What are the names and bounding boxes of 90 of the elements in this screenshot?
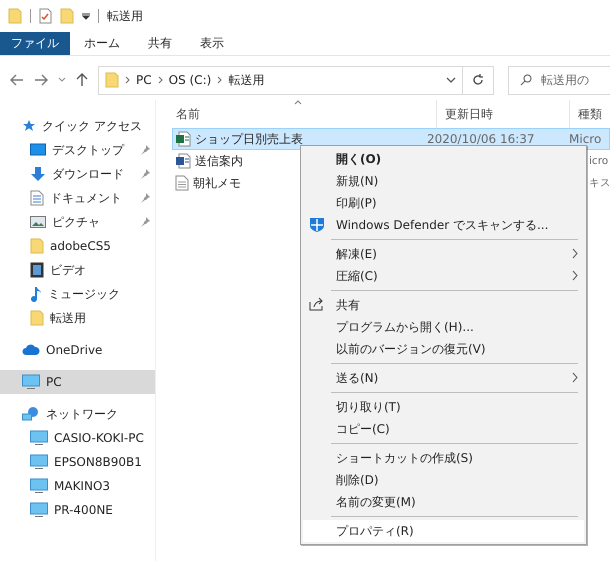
word-file-icon — [175, 153, 191, 169]
file-type: キス — [589, 176, 610, 190]
sidebar-item[interactable]: MAKINO3 — [0, 474, 155, 498]
menu-item[interactable]: ショートカットの作成(S) — [303, 447, 584, 469]
address-bar[interactable]: PC OS (C:) 転送用 — [98, 66, 494, 94]
sidebar-item[interactable]: デスクトップ — [0, 138, 155, 162]
menu-item[interactable]: Windows Defender でスキャンする... — [303, 214, 584, 236]
sidebar-item[interactable]: PR-400NE — [0, 498, 155, 522]
breadcrumb[interactable]: 転送用 — [228, 72, 264, 88]
menu-item[interactable]: プロパティ(R) — [303, 520, 584, 542]
chevron-right-icon[interactable] — [217, 76, 222, 84]
menu-item[interactable]: 切り取り(T) — [303, 396, 584, 418]
sidebar-item[interactable]: ミュージック — [0, 282, 155, 306]
sidebar-item[interactable]: OneDrive — [0, 338, 155, 362]
dropdown-icon[interactable] — [82, 12, 90, 20]
chevron-right-icon[interactable] — [125, 76, 130, 84]
star-icon — [22, 119, 36, 133]
share-icon — [309, 297, 325, 311]
file-name: ショップ日別売上表 — [195, 130, 303, 148]
cloud-icon — [22, 344, 40, 356]
file-name[interactable]: 朝礼メモ — [193, 174, 241, 192]
folder-icon — [30, 310, 44, 326]
menu-item[interactable]: コピー(C) — [303, 418, 584, 440]
computer-icon — [30, 478, 48, 494]
download-arrow-icon — [30, 166, 46, 182]
computer-icon — [30, 430, 48, 446]
desktop-icon — [30, 143, 46, 157]
breadcrumb[interactable]: OS (C:) — [168, 73, 212, 87]
menu-item[interactable]: 名前の変更(M) — [303, 491, 584, 513]
document-icon — [30, 190, 44, 206]
sidebar-item[interactable]: ビデオ — [0, 258, 155, 282]
text-file-icon — [175, 175, 189, 191]
sidebar-item[interactable]: ダウンロード — [0, 162, 155, 186]
computer-icon — [22, 374, 40, 390]
menu-item[interactable]: 圧縮(C) — [303, 265, 584, 287]
file-type: Micro — [569, 132, 602, 146]
sidebar-item[interactable]: ピクチャ — [0, 210, 155, 234]
chevron-down-icon[interactable] — [58, 77, 66, 83]
file-type: icro — [589, 155, 608, 167]
sort-caret-icon[interactable] — [294, 100, 302, 105]
refresh-icon — [472, 74, 484, 86]
sidebar-item[interactable]: ドキュメント — [0, 186, 155, 210]
chevron-right-icon[interactable] — [158, 76, 163, 84]
computer-icon — [30, 454, 48, 470]
forward-arrow-icon[interactable] — [34, 74, 48, 86]
music-note-icon — [30, 286, 42, 302]
sidebar-item[interactable]: ネットワーク — [0, 402, 155, 426]
sidebar-item[interactable]: クイック アクセス — [0, 114, 155, 138]
sidebar-item[interactable]: 転送用 — [0, 306, 155, 330]
menu-item[interactable]: 印刷(P) — [303, 192, 584, 214]
folder-icon — [30, 238, 44, 254]
ribbon-tab[interactable]: 共有 — [134, 32, 186, 55]
up-arrow-icon[interactable] — [76, 73, 88, 87]
window-title: 転送用 — [107, 8, 143, 24]
new-folder-icon — [60, 8, 74, 24]
sidebar-item[interactable]: adobeCS5 — [0, 234, 155, 258]
menu-item[interactable]: 解凍(E) — [303, 243, 584, 265]
search-field[interactable]: 転送用の — [508, 66, 610, 94]
menu-item[interactable]: 共有 — [303, 294, 584, 316]
menu-item[interactable]: 開く(O) — [303, 148, 584, 170]
sidebar-item[interactable]: PC — [0, 370, 155, 394]
pin-icon[interactable] — [140, 169, 150, 179]
pin-icon[interactable] — [140, 145, 150, 155]
menu-item[interactable]: 送る(N) — [303, 367, 584, 389]
menu-item[interactable]: 以前のバージョンの復元(V) — [303, 338, 584, 360]
spreadsheet-file-icon — [175, 131, 191, 147]
search-icon — [520, 74, 532, 86]
back-arrow-icon[interactable] — [10, 74, 24, 86]
modified-date: 2020/10/06 16:37 — [427, 132, 535, 146]
menu-item[interactable]: プログラムから開く(H)... — [303, 316, 584, 338]
menu-item[interactable]: 新規(N) — [303, 170, 584, 192]
column-header[interactable]: 名前 — [156, 100, 436, 128]
chevron-down-icon[interactable] — [446, 77, 456, 83]
sidebar-item[interactable]: CASIO-KOKI-PC — [0, 426, 155, 450]
pictures-icon — [30, 215, 46, 229]
properties-icon[interactable] — [39, 8, 52, 24]
pin-icon[interactable] — [140, 193, 150, 203]
folder-icon — [105, 72, 119, 88]
network-icon — [22, 406, 40, 422]
shield-icon — [309, 217, 325, 233]
ribbon-tab[interactable]: ホーム — [70, 32, 134, 55]
ribbon-tab[interactable]: 表示 — [186, 32, 238, 55]
pin-icon[interactable] — [140, 217, 150, 227]
computer-icon — [30, 502, 48, 518]
file-name[interactable]: 送信案内 — [195, 152, 243, 170]
menu-item[interactable]: 削除(D) — [303, 469, 584, 491]
breadcrumb[interactable]: PC — [136, 73, 152, 87]
sidebar-item[interactable]: EPSON8B90B1 — [0, 450, 155, 474]
folder-icon — [8, 8, 22, 24]
film-icon — [30, 262, 44, 278]
